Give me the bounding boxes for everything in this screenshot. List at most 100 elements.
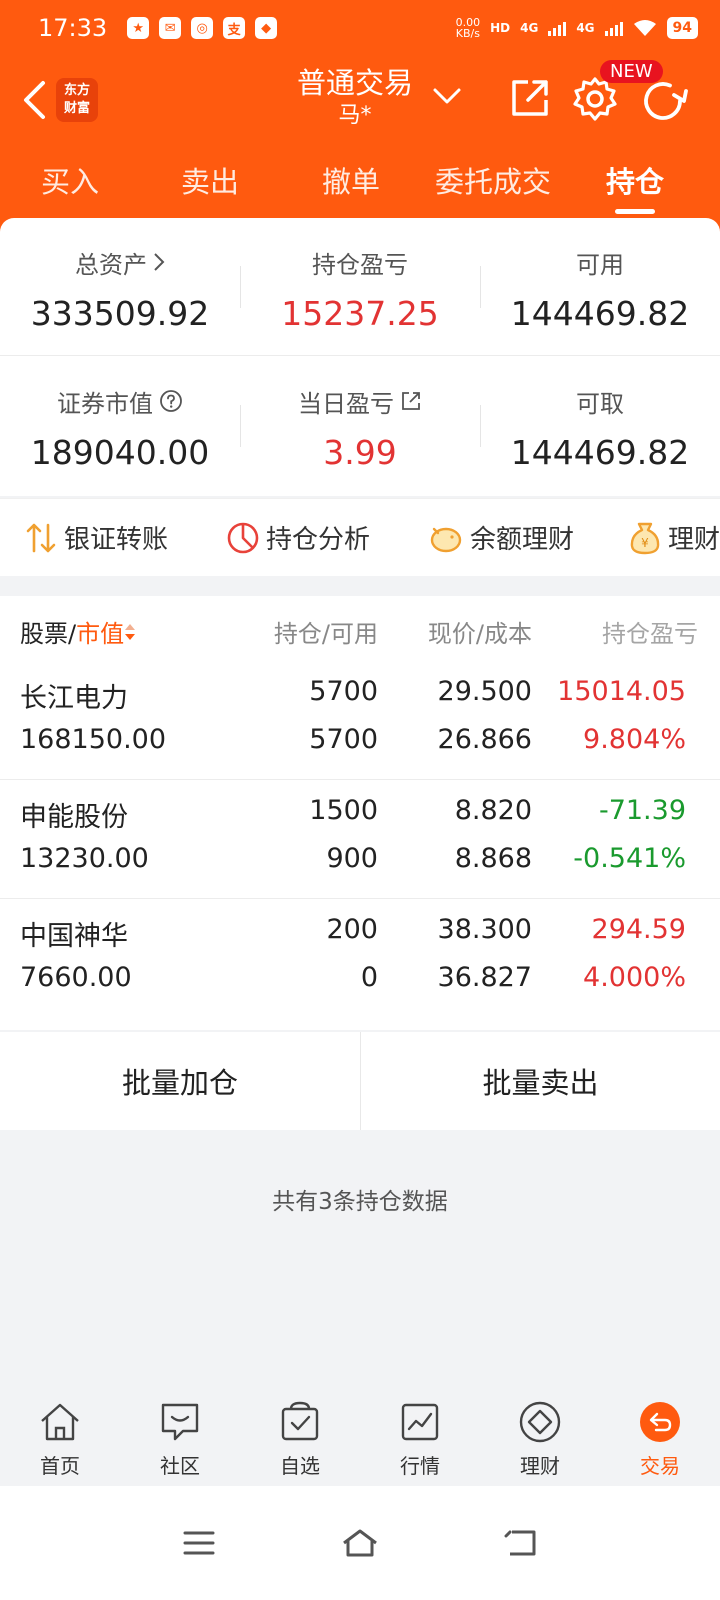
nav-wealth[interactable]: 理财 xyxy=(480,1386,600,1486)
sim1-label: 4G xyxy=(520,21,539,35)
batch-actions: 批量加仓 批量卖出 xyxy=(0,1032,720,1130)
table-row[interactable]: 长江电力 168150.00 5700 5700 29.500 26.866 1… xyxy=(0,662,720,780)
account-name: 马* xyxy=(338,103,372,128)
status-indicators: 0.00 KB/s HD 4G 4G 94 xyxy=(456,17,698,39)
tab-buy[interactable]: 买入 xyxy=(0,152,140,216)
notification-app-icon: ★ xyxy=(127,17,150,39)
sort-by-market-value[interactable]: 股票/市值 xyxy=(20,614,136,649)
stock-cost: 8.868 xyxy=(454,843,532,874)
total-assets[interactable]: 总资产 333509.92 xyxy=(0,218,240,355)
sort-icon xyxy=(125,624,136,640)
pie-chart-icon xyxy=(227,522,259,553)
table-header: 股票/市值 持仓/可用 现价/成本 持仓盈亏 xyxy=(0,596,720,662)
stock-price: 29.500 xyxy=(437,676,532,707)
balance-finance-button[interactable]: 余额理财 xyxy=(428,519,574,556)
table-row[interactable]: 申能股份 13230.00 1500 900 8.820 8.868 -71.3… xyxy=(0,781,720,899)
bank-transfer-button[interactable]: 银证转账 xyxy=(24,519,168,556)
nav-community[interactable]: 社区 xyxy=(120,1386,240,1486)
menu-icon[interactable] xyxy=(182,1529,216,1557)
stock-available: 0 xyxy=(360,962,378,993)
net-speed: 0.00 KB/s xyxy=(455,16,481,40)
home-nav-icon[interactable] xyxy=(340,1527,380,1559)
total-assets-value: 333509.92 xyxy=(30,294,210,333)
tab-orders[interactable]: 委托成交 xyxy=(422,152,564,216)
stock-name: 长江电力 xyxy=(20,683,128,714)
column-price[interactable]: 现价/成本 xyxy=(428,614,532,649)
positions-table: 股票/市值 持仓/可用 现价/成本 持仓盈亏 长江电力 168150.00 57… xyxy=(0,596,720,1030)
withdrawable-funds: 可取 144469.82 xyxy=(480,357,720,495)
stock-position: 5700 xyxy=(309,676,378,707)
column-position[interactable]: 持仓/可用 xyxy=(274,614,378,649)
status-app-icons: ★ ✉ ◎ 支 ◆ xyxy=(127,17,278,39)
wealth-button[interactable]: ¥ 理财 xyxy=(628,519,720,556)
back-nav-icon[interactable] xyxy=(504,1528,538,1558)
help-icon[interactable] xyxy=(159,389,183,413)
status-time: 17:33 xyxy=(38,14,108,42)
stock-pl-pct: -0.541% xyxy=(573,843,686,874)
table-row[interactable]: 中国神华 7660.00 200 0 38.300 36.827 294.59 … xyxy=(0,900,720,1018)
asset-summary: 总资产 333509.92 持仓盈亏 15237.25 可用 144469.82… xyxy=(0,218,720,496)
money-bag-icon: ¥ xyxy=(630,522,660,554)
account-title[interactable]: 普通交易 马* xyxy=(270,64,440,130)
stock-market-value: 168150.00 xyxy=(20,724,167,755)
mail-icon: ✉ xyxy=(159,17,182,39)
stock-name: 申能股份 xyxy=(20,802,128,833)
nav-home[interactable]: 首页 xyxy=(0,1386,120,1486)
stock-cost: 36.827 xyxy=(437,962,532,993)
trade-tabs: 买入 卖出 撤单 委托成交 持仓 xyxy=(0,152,720,216)
market-icon xyxy=(401,1403,439,1441)
stock-name: 中国神华 xyxy=(20,921,128,952)
battery-icon: 94 xyxy=(666,17,698,39)
chevron-down-icon[interactable] xyxy=(432,86,462,106)
tab-cancel[interactable]: 撤单 xyxy=(280,152,422,216)
community-icon xyxy=(161,1403,199,1441)
nav-market[interactable]: 行情 xyxy=(360,1386,480,1486)
batch-add-button[interactable]: 批量加仓 xyxy=(0,1032,360,1130)
external-link-icon xyxy=(402,392,420,410)
stock-position: 200 xyxy=(326,914,378,945)
position-count: 共有3条持仓数据 xyxy=(272,1189,448,1215)
stock-pl: 15014.05 xyxy=(557,676,686,707)
available-value: 144469.82 xyxy=(510,294,690,333)
daily-pl-value: 3.99 xyxy=(323,433,397,472)
hd-icon: HD xyxy=(490,21,511,35)
position-analysis-button[interactable]: 持仓分析 xyxy=(226,519,370,556)
daily-pl[interactable]: 当日盈亏 3.99 xyxy=(240,357,480,495)
stock-available: 5700 xyxy=(309,724,378,755)
page-title: 普通交易 xyxy=(296,66,413,100)
home-icon xyxy=(41,1403,79,1441)
signal-icon xyxy=(604,20,623,36)
share-icon[interactable] xyxy=(508,76,552,120)
piggy-bank-icon xyxy=(430,527,462,552)
trade-icon xyxy=(640,1402,680,1442)
nav-watchlist[interactable]: 自选 xyxy=(240,1386,360,1486)
batch-sell-button[interactable]: 批量卖出 xyxy=(360,1032,720,1130)
status-bar: 17:33 ★ ✉ ◎ 支 ◆ 0.00 KB/s HD 4G 4G 94 xyxy=(0,0,720,56)
tab-positions[interactable]: 持仓 xyxy=(564,152,706,216)
alipay-icon: 支 xyxy=(223,17,246,39)
chevron-left-icon xyxy=(24,81,45,119)
position-pl: 持仓盈亏 15237.25 xyxy=(240,218,480,355)
tab-sell[interactable]: 卖出 xyxy=(140,152,280,216)
system-nav-bar xyxy=(0,1486,720,1600)
position-pl-value: 15237.25 xyxy=(281,294,439,333)
bottom-nav: 首页 社区 自选 行情 理财 交易 xyxy=(0,1386,720,1486)
app-header: 17:33 ★ ✉ ◎ 支 ◆ 0.00 KB/s HD 4G 4G 94 东方 xyxy=(0,0,720,236)
nav-trade[interactable]: 交易 xyxy=(600,1386,720,1486)
signal-icon xyxy=(548,20,567,36)
browser-icon: ◆ xyxy=(255,17,278,39)
column-pl[interactable]: 持仓盈亏 xyxy=(602,614,698,649)
brand-logo: 东方 财富 xyxy=(56,78,98,122)
chevron-right-icon xyxy=(154,253,165,271)
stock-cost: 26.866 xyxy=(437,724,532,755)
nav-bar: 东方 财富 普通交易 马* NEW xyxy=(0,56,720,148)
withdrawable-value: 144469.82 xyxy=(510,433,690,472)
stock-pl-pct: 4.000% xyxy=(583,962,686,993)
stock-pl-pct: 9.804% xyxy=(583,724,686,755)
summary-row: 证券市值 189040.00 当日盈亏 3.99 可取 144469.82 xyxy=(0,357,720,495)
stock-position: 1500 xyxy=(309,795,378,826)
stock-available: 900 xyxy=(326,843,378,874)
stock-price: 38.300 xyxy=(437,914,532,945)
refresh-icon[interactable] xyxy=(640,78,688,124)
back-button[interactable] xyxy=(14,74,54,126)
